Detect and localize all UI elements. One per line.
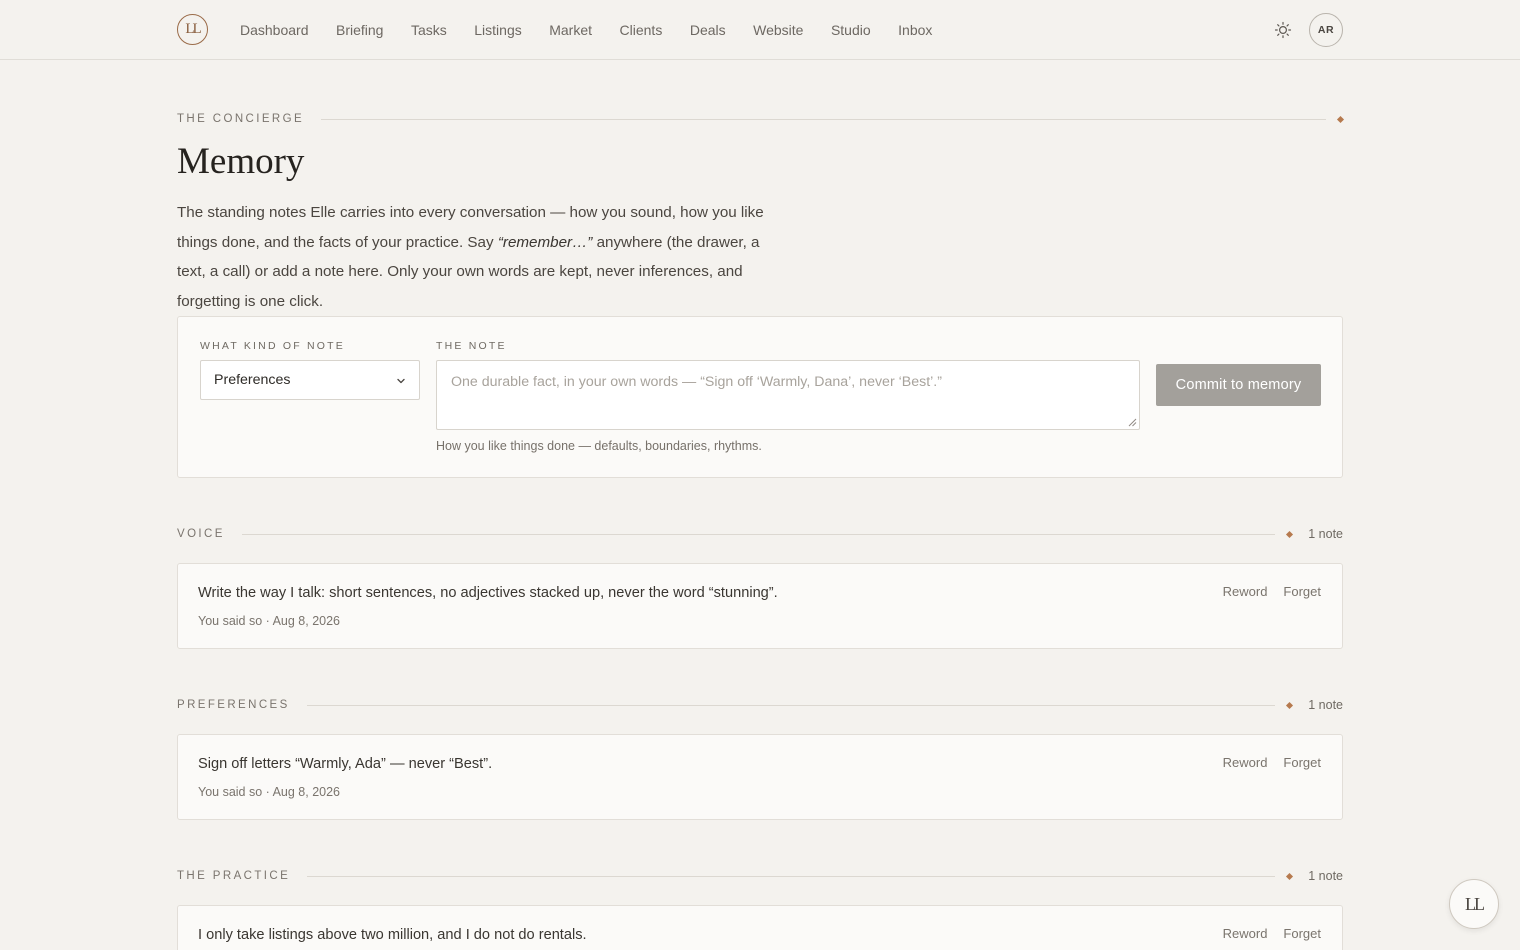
- note-kind-value: Preferences: [214, 372, 291, 388]
- memory-note-card: Write the way I talk: short sentences, n…: [177, 563, 1343, 649]
- note-meta: You said so · Aug 8, 2026: [198, 614, 341, 628]
- nav-item-market[interactable]: Market: [549, 22, 592, 38]
- note-actions: Reword Forget: [1223, 755, 1321, 770]
- concierge-fab-button[interactable]: LL: [1449, 879, 1499, 929]
- divider: [307, 875, 1276, 877]
- memory-note-card: I only take listings above two million, …: [177, 905, 1343, 950]
- nav-item-clients[interactable]: Clients: [620, 22, 663, 38]
- page-title: Memory: [177, 141, 305, 182]
- nav-item-inbox[interactable]: Inbox: [898, 22, 932, 38]
- divider: [321, 118, 1326, 120]
- main-nav: Dashboard Briefing Tasks Listings Market…: [240, 0, 932, 60]
- note-count: 1 note: [1308, 698, 1343, 712]
- nav-item-listings[interactable]: Listings: [474, 22, 521, 38]
- diamond-ornament-icon: [1336, 115, 1345, 123]
- avatar[interactable]: AR: [1309, 13, 1343, 47]
- reword-button[interactable]: Reword: [1223, 755, 1268, 770]
- reword-button[interactable]: Reword: [1223, 584, 1268, 599]
- concierge-eyebrow-row: THE CONCIERGE: [177, 112, 1345, 126]
- voice-section-header: VOICE 1 note: [177, 527, 1343, 541]
- kind-field-label: WHAT KIND OF NOTE: [200, 340, 345, 352]
- chevron-down-icon: [397, 378, 405, 384]
- nav-item-deals[interactable]: Deals: [690, 22, 726, 38]
- add-note-form: WHAT KIND OF NOTE Preferences THE NOTE H…: [177, 316, 1343, 478]
- reword-button[interactable]: Reword: [1223, 926, 1268, 941]
- sun-icon[interactable]: [1274, 21, 1292, 39]
- section-eyebrow: THE CONCIERGE: [177, 113, 305, 125]
- divider: [241, 533, 1276, 535]
- note-textarea[interactable]: [436, 360, 1140, 430]
- nav-item-dashboard[interactable]: Dashboard: [240, 22, 309, 38]
- remember-phrase: “remember…”: [497, 233, 593, 251]
- section-label: VOICE: [177, 528, 225, 540]
- diamond-ornament-icon: [1286, 701, 1294, 709]
- forget-button[interactable]: Forget: [1283, 926, 1321, 941]
- note-text: Sign off letters “Warmly, Ada” — never “…: [198, 756, 493, 772]
- nav-item-tasks[interactable]: Tasks: [411, 22, 447, 38]
- resize-grip-icon[interactable]: [1128, 418, 1137, 427]
- forget-button[interactable]: Forget: [1283, 755, 1321, 770]
- note-text: I only take listings above two million, …: [198, 927, 587, 943]
- note-actions: Reword Forget: [1223, 926, 1321, 941]
- note-kind-select[interactable]: Preferences: [200, 360, 420, 400]
- preferences-section-header: PREFERENCES 1 note: [177, 698, 1343, 712]
- practice-section-header: THE PRACTICE 1 note: [177, 869, 1343, 883]
- note-actions: Reword Forget: [1223, 584, 1321, 599]
- note-count: 1 note: [1308, 527, 1343, 541]
- nav-item-studio[interactable]: Studio: [831, 22, 871, 38]
- nav-item-briefing[interactable]: Briefing: [336, 22, 383, 38]
- logo[interactable]: LL: [177, 14, 208, 45]
- commit-to-memory-button[interactable]: Commit to memory: [1156, 364, 1321, 406]
- forget-button[interactable]: Forget: [1283, 584, 1321, 599]
- page-intro: The standing notes Elle carries into eve…: [177, 204, 764, 310]
- divider: [306, 704, 1276, 706]
- memory-note-card: Sign off letters “Warmly, Ada” — never “…: [177, 734, 1343, 820]
- note-field-label: THE NOTE: [436, 340, 507, 352]
- note-meta: You said so · Aug 8, 2026: [198, 785, 341, 799]
- diamond-ornament-icon: [1286, 872, 1294, 880]
- note-hint: How you like things done — defaults, bou…: [436, 439, 762, 453]
- diamond-ornament-icon: [1286, 530, 1294, 538]
- section-label: PREFERENCES: [177, 699, 290, 711]
- top-navigation-bar: LL Dashboard Briefing Tasks Listings Mar…: [0, 0, 1520, 60]
- note-text: Write the way I talk: short sentences, n…: [198, 585, 778, 601]
- section-label: THE PRACTICE: [177, 870, 291, 882]
- nav-item-website[interactable]: Website: [753, 22, 803, 38]
- note-count: 1 note: [1308, 869, 1343, 883]
